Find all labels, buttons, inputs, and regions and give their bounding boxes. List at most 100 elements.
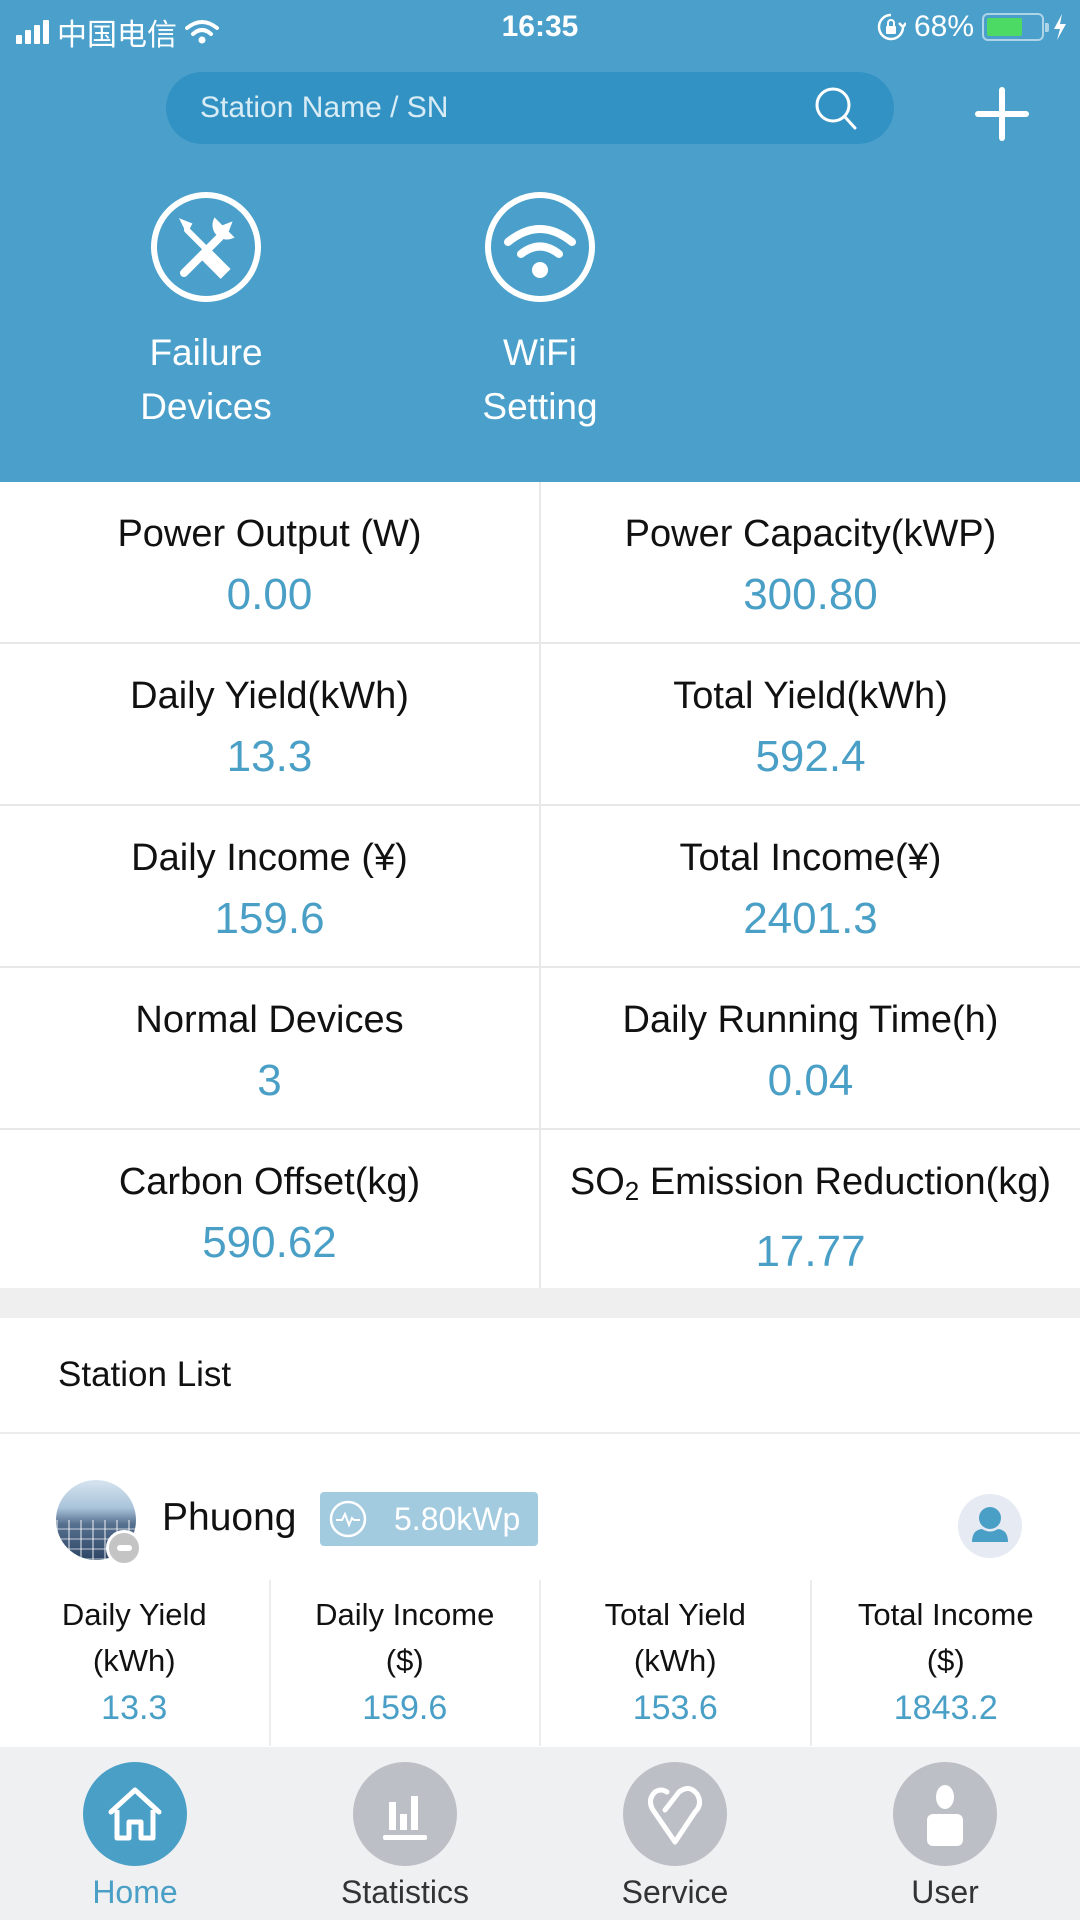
stat-label-suffix: Emission Reduction(kg) (639, 1161, 1052, 1203)
wifi-setting-label-line1: WiFi (503, 332, 577, 373)
pulse-icon (329, 1500, 367, 1538)
wifi-icon (485, 192, 595, 302)
station-name: Phuong (162, 1496, 297, 1539)
carrier-name: 中国电信 (57, 19, 177, 52)
stat-label: Total Income(¥) (679, 837, 942, 879)
search-bar[interactable] (166, 72, 894, 144)
metric-total-yield: Total Yield (kWh) 153.6 (541, 1580, 812, 1746)
heart-icon (623, 1762, 727, 1866)
stat-total-yield: Total Yield(kWh) 592.4 (541, 644, 1080, 804)
tab-service[interactable]: Service (540, 1747, 810, 1920)
metric-label: Daily Yield (61, 1597, 207, 1632)
metric-value: 153.6 (632, 1689, 718, 1727)
stat-label: Daily Running Time(h) (622, 999, 999, 1041)
stat-label-prefix: SO (569, 1161, 625, 1203)
stat-label: Power Output (W) (117, 513, 422, 555)
status-bar: 中国电信 16:35 68% (0, 0, 1080, 54)
stat-daily-yield: Daily Yield(kWh) 13.3 (0, 644, 541, 804)
station-list-title: Station List (0, 1318, 1080, 1434)
failure-devices-label-line1: Failure (149, 332, 263, 373)
stat-power-output: Power Output (W) 0.00 (0, 482, 541, 642)
stat-value: 159.6 (214, 894, 325, 943)
wifi-setting-label-line2: Setting (482, 386, 598, 427)
tab-home[interactable]: Home (0, 1747, 270, 1920)
tools-icon (151, 192, 261, 302)
metric-value: 1843.2 (893, 1689, 998, 1727)
station-status-icon (106, 1530, 142, 1566)
capacity-badge: 5.80kWp (320, 1492, 538, 1546)
add-station-button[interactable] (972, 84, 1032, 144)
station-card[interactable]: Phuong 5.80kWp Daily Yield (kWh) 13.3 Da… (0, 1436, 1080, 1746)
stats-grid: Power Output (W) 0.00 Power Capacity(kWP… (0, 482, 1080, 1292)
stats-row: Power Output (W) 0.00 Power Capacity(kWP… (0, 482, 1080, 644)
home-icon (83, 1762, 187, 1866)
battery-fill (987, 18, 1023, 36)
stat-value: 0.04 (767, 1056, 854, 1105)
stat-label: Daily Yield(kWh) (130, 675, 409, 717)
station-owner-icon[interactable] (958, 1494, 1022, 1558)
stat-daily-income: Daily Income (¥) 159.6 (0, 806, 541, 966)
metric-unit: (kWh) (92, 1643, 176, 1678)
failure-devices-button[interactable]: Failure Devices (106, 190, 306, 434)
metric-label: Total Yield (604, 1597, 746, 1632)
metric-total-income: Total Income ($) 1843.2 (812, 1580, 1080, 1746)
metric-unit: ($) (926, 1643, 965, 1678)
stat-daily-running-time: Daily Running Time(h) 0.04 (541, 968, 1080, 1128)
stat-value: 300.80 (743, 570, 878, 619)
tab-label: Service (621, 1874, 729, 1910)
user-icon (893, 1762, 997, 1866)
stats-row: Daily Income (¥) 159.6 Total Income(¥) 2… (0, 806, 1080, 968)
metric-daily-yield: Daily Yield (kWh) 13.3 (0, 1580, 271, 1746)
wifi-setting-button[interactable]: WiFi Setting (440, 190, 640, 434)
search-input[interactable] (200, 91, 812, 125)
metric-label: Daily Income (315, 1597, 495, 1632)
stat-label: Power Capacity(kWP) (624, 513, 997, 555)
stat-label: Carbon Offset(kg) (118, 1161, 421, 1203)
tab-label: User (911, 1874, 979, 1910)
stat-label: SO2 Emission Reduction(kg) (541, 1160, 1080, 1213)
capacity-value: 5.80kWp (394, 1500, 521, 1537)
header: 中国电信 16:35 68% Station Name / SN Failure… (0, 0, 1080, 482)
metric-value: 159.6 (362, 1689, 448, 1727)
tab-bar: Home Statistics Service User (0, 1747, 1080, 1920)
stats-row: Normal Devices 3 Daily Running Time(h) 0… (0, 968, 1080, 1130)
battery-percent: 68% (913, 10, 974, 43)
stats-row: Carbon Offset(kg) 590.62 SO2 Emission Re… (0, 1130, 1080, 1292)
stat-value: 592.4 (755, 732, 866, 781)
stat-normal-devices: Normal Devices 3 (0, 968, 541, 1128)
stat-total-income: Total Income(¥) 2401.3 (541, 806, 1080, 966)
station-metrics: Daily Yield (kWh) 13.3 Daily Income ($) … (0, 1580, 1080, 1746)
stat-so2-reduction: SO2 Emission Reduction(kg) 17.77 (541, 1130, 1080, 1292)
tab-label: Statistics (340, 1874, 470, 1910)
metric-value: 13.3 (101, 1689, 168, 1727)
metric-daily-income: Daily Income ($) 159.6 (271, 1580, 541, 1746)
stat-value: 3 (257, 1056, 282, 1105)
stat-value: 17.77 (755, 1227, 866, 1276)
stats-row: Daily Yield(kWh) 13.3 Total Yield(kWh) 5… (0, 644, 1080, 806)
stat-label: Total Yield(kWh) (673, 675, 948, 717)
metric-unit: ($) (385, 1643, 424, 1678)
battery-icon (982, 13, 1049, 41)
wifi-status-icon (185, 20, 219, 44)
rotation-lock-icon (877, 13, 906, 41)
stat-value: 590.62 (202, 1218, 337, 1267)
failure-devices-label-line2: Devices (140, 386, 272, 427)
stat-label: Normal Devices (135, 999, 404, 1041)
stat-carbon-offset: Carbon Offset(kg) 590.62 (0, 1130, 541, 1292)
stat-label-subscript: 2 (624, 1176, 640, 1206)
metric-label: Total Income (857, 1597, 1034, 1632)
tab-user[interactable]: User (810, 1747, 1080, 1920)
stat-value: 0.00 (226, 570, 313, 619)
metric-unit: (kWh) (633, 1643, 717, 1678)
search-icon[interactable] (812, 84, 860, 132)
section-divider (0, 1288, 1080, 1318)
tab-statistics[interactable]: Statistics (270, 1747, 540, 1920)
tab-label: Home (92, 1874, 178, 1910)
signal-icon (16, 20, 49, 44)
charging-icon (1054, 14, 1066, 40)
stat-value: 13.3 (226, 732, 313, 781)
stat-power-capacity: Power Capacity(kWP) 300.80 (541, 482, 1080, 642)
stat-label: Daily Income (¥) (131, 837, 408, 879)
bar-chart-icon (353, 1762, 457, 1866)
stat-value: 2401.3 (743, 894, 878, 943)
